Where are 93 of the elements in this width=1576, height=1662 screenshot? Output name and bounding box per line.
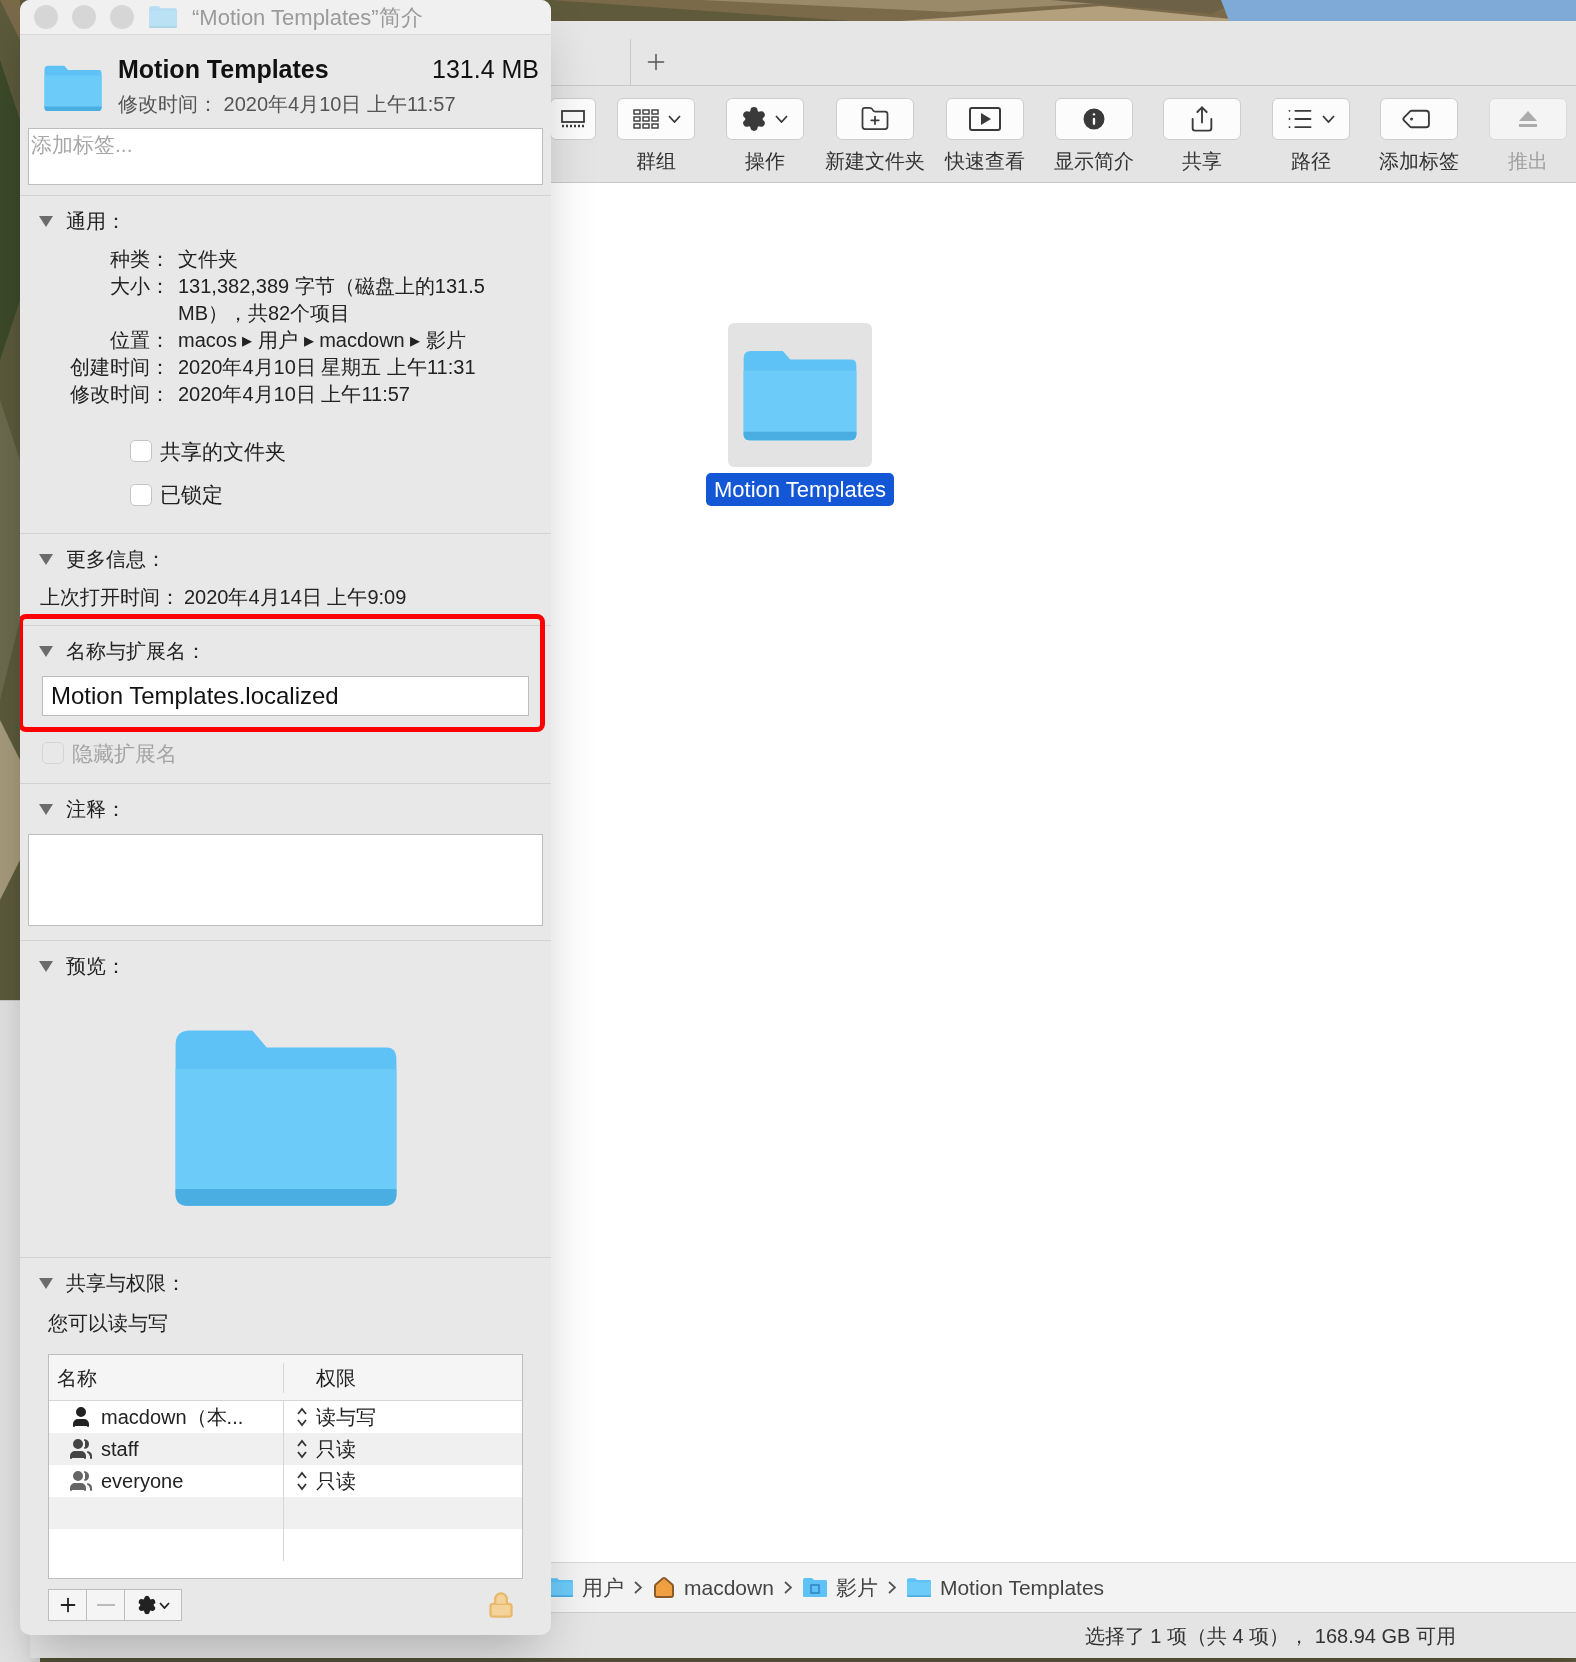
grid-icon xyxy=(631,108,660,130)
stepper-icon[interactable] xyxy=(296,1406,308,1428)
film-folder-icon xyxy=(801,1577,828,1598)
field-value: macos ▸ 用户 ▸ macdown ▸ 影片 xyxy=(178,327,467,353)
disclosure-triangle-icon[interactable] xyxy=(38,213,54,228)
play-icon xyxy=(968,106,1003,132)
comments-field[interactable] xyxy=(28,834,543,926)
field-value: 2020年4月10日 星期五 上午11:31 xyxy=(178,354,477,380)
chevron-icon xyxy=(783,1581,792,1594)
file-name: Motion Templates xyxy=(118,54,329,86)
privilege-value[interactable]: 只读 xyxy=(316,1466,356,1496)
folder-icon xyxy=(905,1577,932,1598)
disclosure-triangle-icon[interactable] xyxy=(38,959,54,973)
path-item[interactable]: Motion Templates xyxy=(939,1571,1105,1604)
status-text: 选择了 1 项（共 4 项）， 168.94 GB 可用 xyxy=(1084,1623,1456,1649)
folder-icon xyxy=(148,5,178,30)
field-label: 大小： xyxy=(109,273,170,299)
toolbar-button[interactable] xyxy=(1271,98,1350,140)
disclosure-triangle-icon[interactable] xyxy=(38,802,54,816)
section-title[interactable]: 共享与权限： xyxy=(66,1268,186,1298)
toolbar-button[interactable] xyxy=(946,98,1025,140)
section-title[interactable]: 注释： xyxy=(66,794,126,824)
crowd-icon xyxy=(69,1469,93,1493)
caret-icon xyxy=(1322,115,1336,123)
toolbar-label: 操作 xyxy=(744,149,785,174)
checkbox[interactable] xyxy=(130,483,152,506)
field-label: 种类： xyxy=(109,246,170,272)
chevron-icon xyxy=(887,1581,896,1594)
file-name[interactable]: Motion Templates xyxy=(706,473,894,506)
permission-summary: 您可以读与写 xyxy=(47,1311,169,1336)
gallery-view-icon xyxy=(559,109,587,129)
field-value: 文件夹 xyxy=(178,246,239,272)
stepper-icon[interactable] xyxy=(296,1438,308,1460)
field-label: 位置： xyxy=(109,327,170,353)
privilege-value[interactable]: 只读 xyxy=(316,1434,356,1464)
toolbar-label: 群组 xyxy=(636,149,677,174)
section-title[interactable]: 更多信息： xyxy=(66,543,166,574)
name-field[interactable]: Motion Templates.localized xyxy=(42,675,529,716)
file-size: 131.4 MB xyxy=(432,54,539,86)
section-title[interactable]: 预览： xyxy=(66,951,126,981)
house-icon xyxy=(652,1575,676,1600)
disclosure-triangle-icon[interactable] xyxy=(38,551,54,566)
field-value: 2020年4月14日 上午9:09 xyxy=(184,584,407,610)
field-label: 创建时间： xyxy=(69,354,170,380)
privilege-value[interactable]: 读与写 xyxy=(316,1402,376,1432)
folder-icon xyxy=(548,1577,574,1598)
user-name: staff xyxy=(101,1437,139,1462)
field-label: 上次打开时间： xyxy=(40,584,180,610)
path-item[interactable]: 用户 xyxy=(582,1571,624,1604)
chevron-icon xyxy=(634,1581,642,1594)
eject-icon xyxy=(1516,109,1539,129)
caret-icon xyxy=(158,1601,170,1609)
toolbar-label: 推出 xyxy=(1507,149,1548,174)
toolbar-label: 添加标签 xyxy=(1379,149,1460,174)
disclosure-triangle-icon[interactable] xyxy=(38,1276,54,1290)
toolbar-button[interactable] xyxy=(836,98,914,140)
toolbar-label: 显示简介 xyxy=(1053,149,1134,174)
toolbar-button[interactable] xyxy=(1054,98,1133,140)
toolbar-label: 快速查看 xyxy=(945,149,1026,174)
section-title[interactable]: 通用： xyxy=(66,205,126,236)
modified-date: 修改时间： 2020年4月10日 上午11:57 xyxy=(118,91,457,117)
field-label: 修改时间： xyxy=(69,381,170,407)
path-item[interactable]: 影片 xyxy=(835,1571,878,1604)
column-header[interactable]: 权限 xyxy=(284,1362,522,1393)
toolbar-button[interactable] xyxy=(1380,98,1459,140)
disclosure-triangle-icon[interactable] xyxy=(38,643,54,658)
tags-field[interactable]: 添加标签... xyxy=(28,128,543,185)
gear-icon xyxy=(136,1595,157,1615)
folder-icon xyxy=(42,63,104,114)
checkbox-label: 共享的文件夹 xyxy=(160,438,286,465)
checkbox[interactable] xyxy=(130,440,152,463)
toolbar-label: 新建文件夹 xyxy=(825,149,925,174)
toolbar-button[interactable] xyxy=(550,98,596,140)
toolbar-label: 路径 xyxy=(1290,149,1331,174)
caret-icon xyxy=(775,115,789,123)
window-title: “Motion Templates”简介 xyxy=(192,3,423,32)
file-icon-tile[interactable] xyxy=(728,323,872,467)
user-name: everyone xyxy=(101,1469,184,1494)
toolbar-label: 共享 xyxy=(1182,149,1223,174)
checkbox-label: 隐藏扩展名 xyxy=(72,740,177,767)
path-item[interactable]: macdown xyxy=(684,1571,774,1604)
field-value: 2020年4月10日 上午11:57 xyxy=(178,381,411,407)
checkbox-label: 已锁定 xyxy=(160,482,223,508)
minus-icon xyxy=(96,1604,115,1606)
people-icon xyxy=(69,1437,93,1461)
toolbar-button[interactable] xyxy=(725,98,804,140)
caret-icon xyxy=(667,115,681,123)
gear-icon xyxy=(741,106,768,132)
section-title[interactable]: 名称与扩展名： xyxy=(66,635,206,666)
toolbar-button[interactable] xyxy=(1163,98,1242,140)
stepper-icon[interactable] xyxy=(296,1470,308,1492)
column-header[interactable]: 名称 xyxy=(49,1362,284,1393)
user-name: macdown（本... xyxy=(101,1405,244,1430)
